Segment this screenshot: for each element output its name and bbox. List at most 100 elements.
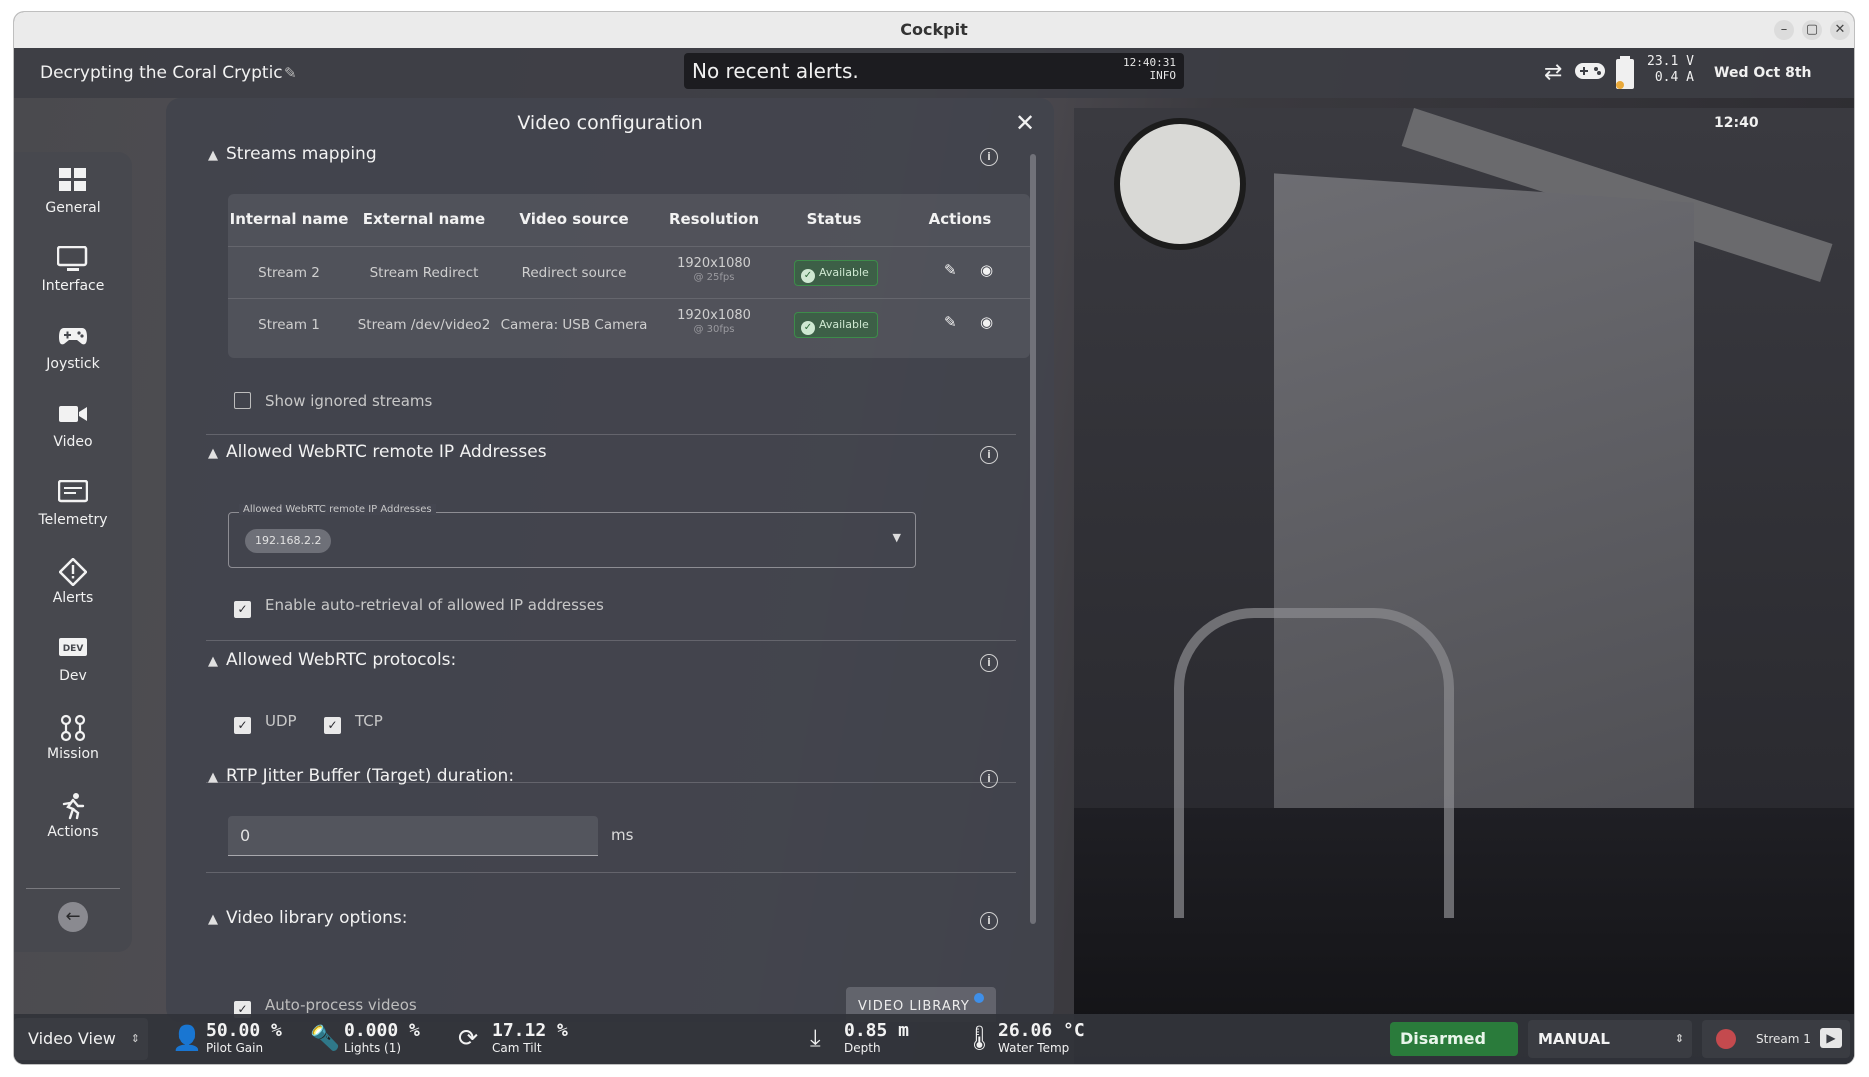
- info-icon[interactable]: i: [980, 912, 998, 930]
- sidebar-item-video[interactable]: Video: [14, 394, 132, 464]
- section-rtp-jitter[interactable]: ▲ RTP Jitter Buffer (Target) duration:: [208, 766, 514, 786]
- info-icon[interactable]: i: [980, 446, 998, 464]
- checkbox-box[interactable]: ✓: [234, 717, 251, 734]
- sidebar-item-actions[interactable]: Actions: [14, 784, 132, 854]
- top-bar: Decrypting the Coral Cryptic ✎ No recent…: [14, 48, 1854, 131]
- dialog-title: Video configuration: [517, 112, 703, 134]
- cockpit-window: Cockpit – ▢ ✕ Decrypting the Coral Crypt…: [14, 12, 1854, 1064]
- info-icon[interactable]: i: [980, 148, 998, 166]
- window-title: Cockpit: [900, 20, 968, 39]
- close-icon[interactable]: ✕: [1010, 108, 1040, 138]
- sidebar-item-label: Alerts: [52, 590, 94, 606]
- monitor-icon: [56, 245, 90, 276]
- sidebar-item-joystick[interactable]: Joystick: [14, 316, 132, 386]
- ip-chip[interactable]: 192.168.2.2: [245, 529, 332, 553]
- column-header: Video source: [519, 210, 629, 228]
- alert-message: No recent alerts.: [692, 59, 859, 83]
- arm-status-button[interactable]: Disarmed: [1390, 1022, 1518, 1056]
- allowed-ip-select[interactable]: Allowed WebRTC remote IP Addresses 192.1…: [228, 504, 916, 568]
- dialog-scrollbar[interactable]: [1030, 154, 1036, 924]
- checkbox-box[interactable]: ✓: [234, 601, 251, 618]
- sidebar-item-mission[interactable]: Mission: [14, 706, 132, 776]
- jitter-duration-input[interactable]: 0: [228, 816, 598, 856]
- water-temp-value: 26.06 °C: [998, 1020, 1085, 1041]
- status-text: Available: [819, 266, 869, 279]
- sidebar-item-alerts[interactable]: Alerts: [14, 550, 132, 620]
- close-window-button[interactable]: ✕: [1830, 20, 1850, 40]
- framerate-value: @ 25fps: [693, 272, 735, 283]
- section-title: Allowed WebRTC protocols:: [226, 650, 457, 670]
- dropdown-arrow-icon[interactable]: ▼: [893, 531, 901, 544]
- info-icon[interactable]: i: [980, 770, 998, 788]
- tcp-checkbox[interactable]: ✓ TCP: [324, 712, 383, 734]
- updown-chevron-icon: ⇕: [130, 1032, 140, 1045]
- maximize-button[interactable]: ▢: [1802, 20, 1822, 40]
- checkbox-box[interactable]: [234, 392, 251, 409]
- sidebar-item-general[interactable]: General: [14, 160, 132, 230]
- svg-text:DEV: DEV: [63, 644, 84, 654]
- updown-chevron-icon: ⇕: [1674, 1032, 1684, 1045]
- resolution: 1920x1080 @ 30fps: [650, 309, 778, 337]
- back-arrow-icon[interactable]: ←: [58, 902, 88, 932]
- sidebar-item-interface[interactable]: Interface: [14, 238, 132, 308]
- status-badge: ✓ Available: [794, 312, 878, 338]
- video-chair: [1174, 608, 1454, 918]
- sidebar-item-label: Telemetry: [38, 512, 108, 528]
- minimize-button[interactable]: –: [1774, 20, 1794, 40]
- table-row: Stream 1 Stream /dev/video2 Camera: USB …: [228, 298, 1030, 351]
- connection-arrows-icon[interactable]: ⇄: [1544, 60, 1562, 85]
- ignore-eye-icon[interactable]: ◉: [980, 313, 993, 331]
- depth-value: 0.85 m: [844, 1020, 910, 1041]
- section-webrtc-ips[interactable]: ▲ Allowed WebRTC remote IP Addresses: [208, 442, 547, 462]
- info-icon[interactable]: i: [980, 654, 998, 672]
- section-streams-mapping[interactable]: ▲ Streams mapping: [208, 144, 377, 164]
- flashlight-icon: 🔦: [310, 1024, 340, 1052]
- section-title: RTP Jitter Buffer (Target) duration:: [226, 766, 515, 786]
- config-sidebar: General Interface Joystick Video Telemet…: [14, 152, 132, 952]
- checkbox-label: TCP: [355, 712, 383, 730]
- alert-timestamp: 12:40:31 INFO: [1123, 56, 1176, 82]
- camera-rotate-icon: ⟳: [458, 1024, 479, 1052]
- edit-pencil-icon[interactable]: ✎: [944, 261, 957, 279]
- internal-name: Stream 2: [258, 265, 320, 281]
- section-video-library[interactable]: ▲ Video library options:: [208, 908, 407, 928]
- mission-name[interactable]: Decrypting the Coral Cryptic: [40, 48, 283, 98]
- sidebar-item-label: Dev: [59, 668, 87, 684]
- button-label: VIDEO LIBRARY: [858, 999, 970, 1014]
- edit-pencil-icon[interactable]: ✎: [284, 64, 302, 82]
- auto-retrieval-checkbox[interactable]: ✓ Enable auto-retrieval of allowed IP add…: [234, 596, 604, 618]
- voltage-value: 23.1 V: [1647, 54, 1694, 69]
- flight-mode-selector[interactable]: MANUAL ⇕: [1528, 1020, 1692, 1058]
- camera-icon[interactable]: ▶: [1820, 1028, 1842, 1048]
- sidebar-item-label: General: [45, 200, 101, 216]
- view-selector[interactable]: Video View ⇕: [14, 1018, 148, 1060]
- sidebar-item-dev[interactable]: DEV Dev: [14, 628, 132, 698]
- column-header: Internal name: [229, 210, 349, 228]
- chevron-up-icon: ▲: [208, 912, 218, 927]
- video-source: Redirect source: [521, 265, 627, 281]
- edit-pencil-icon[interactable]: ✎: [944, 313, 957, 331]
- check-circle-icon: ✓: [801, 321, 815, 335]
- section-webrtc-protocols[interactable]: ▲ Allowed WebRTC protocols:: [208, 650, 456, 670]
- battery-icon: [1614, 56, 1636, 96]
- flight-mode-label: MANUAL: [1538, 1030, 1610, 1048]
- sidebar-item-label: Interface: [41, 278, 105, 294]
- alerts-panel[interactable]: No recent alerts. 12:40:31 INFO: [684, 53, 1184, 89]
- checkbox-label: UDP: [265, 712, 297, 730]
- checkbox-box[interactable]: ✓: [324, 717, 341, 734]
- lights-widget: 🔦 0.000 % Lights (1): [310, 1020, 420, 1060]
- show-ignored-streams-checkbox[interactable]: Show ignored streams: [234, 392, 432, 410]
- chevron-up-icon: ▲: [208, 148, 218, 163]
- column-header: External name: [362, 210, 486, 228]
- record-button[interactable]: [1716, 1029, 1736, 1049]
- status-text: Available: [819, 318, 869, 331]
- gamepad-icon[interactable]: [1574, 58, 1606, 90]
- pilot-gain-value: 50.00 %: [206, 1020, 282, 1041]
- sidebar-item-telemetry[interactable]: Telemetry: [14, 472, 132, 542]
- section-title: Video library options:: [226, 908, 408, 928]
- ignore-eye-icon[interactable]: ◉: [980, 261, 993, 279]
- check-circle-icon: ✓: [801, 269, 815, 283]
- udp-checkbox[interactable]: ✓ UDP: [234, 712, 297, 734]
- record-stream-name[interactable]: Stream 1: [1756, 1020, 1811, 1058]
- video-configuration-dialog: Video configuration ✕ ▲ Streams mapping i…: [166, 98, 1054, 1022]
